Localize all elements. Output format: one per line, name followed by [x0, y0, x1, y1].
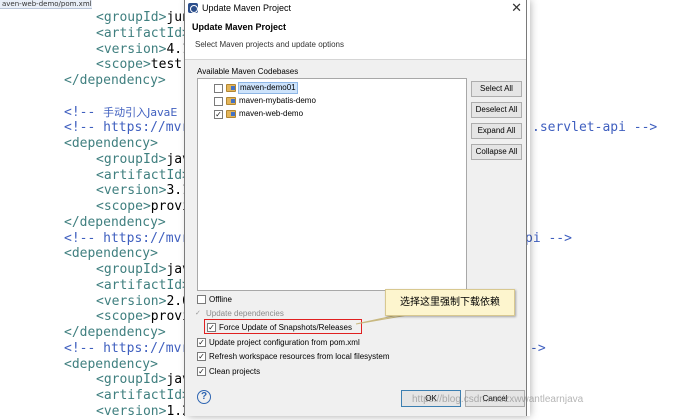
code-token: <groupId>: [96, 372, 167, 388]
deselect-all-button[interactable]: Deselect All: [471, 102, 522, 118]
code-token: <groupId>: [96, 262, 167, 277]
project-checkbox[interactable]: ✓: [214, 110, 223, 119]
code-line: <artifactId>: [96, 168, 190, 184]
collapse-all-button[interactable]: Collapse All: [471, 144, 522, 160]
code-line: <groupId>jun: [96, 10, 190, 26]
code-line: </dependency>: [64, 73, 166, 89]
code-line: <!-- https://mvr: [64, 120, 189, 136]
maven-project-icon: [226, 97, 236, 105]
code-token: <version>: [96, 183, 167, 199]
tree-item-maven-web-demo[interactable]: ✓ maven-web-demo: [198, 108, 466, 120]
tree-item-maven-mybatis-demo[interactable]: maven-mybatis-demo: [198, 95, 466, 107]
code-line: <groupId>jav: [96, 262, 190, 278]
code-line: <version>3.1: [96, 183, 190, 199]
code-token: <!-- https://mvr: [64, 340, 190, 356]
code-token: <dependency>: [64, 246, 158, 262]
code-token: <artifactId>: [96, 25, 190, 41]
annotation-callout: 选择这里强制下载依赖: [385, 289, 515, 316]
dialog-header: Update Maven Project Select Maven projec…: [185, 16, 526, 60]
project-checkbox[interactable]: [214, 84, 223, 93]
update-config-label: Update project configuration from pom.xm…: [209, 338, 360, 347]
code-token: <groupId>: [96, 151, 167, 167]
code-token: <groupId>: [96, 10, 167, 25]
code-line: </dependency>: [64, 325, 166, 341]
code-token: test: [150, 57, 183, 73]
code-line: <dependency>: [64, 246, 158, 262]
header-title: Update Maven Project: [192, 22, 287, 32]
code-token: <artifactId>: [96, 167, 190, 183]
code-line-fragment: ->: [530, 340, 546, 356]
code-line: <!-- https://mvr: [64, 231, 189, 247]
tree-item-label: maven-web-demo: [239, 109, 304, 118]
refresh-workspace-label: Refresh workspace resources from local f…: [209, 352, 390, 361]
code-line: <dependency>: [64, 136, 158, 152]
code-line: <artifactId>: [96, 388, 190, 404]
offline-label: Offline: [209, 295, 232, 304]
code-line: <artifactId>: [96, 26, 190, 42]
watermark: https://blog.csdn.net/zxwwantlearnjava: [412, 394, 584, 405]
dialog-titlebar[interactable]: Update Maven Project ✕: [185, 0, 526, 16]
code-token: <version>: [96, 41, 167, 57]
annotation-highlight-box: [204, 319, 362, 334]
code-line: <scope>test: [96, 57, 182, 73]
code-token: </dependency>: [64, 325, 166, 340]
code-token: <dependency>: [64, 136, 158, 151]
code-line: <version>4.1: [96, 42, 190, 58]
code-line: <version>2.0: [96, 294, 190, 310]
code-line: </dependency>: [64, 215, 166, 231]
code-token: <version>: [96, 293, 167, 309]
expand-all-button[interactable]: Expand All: [471, 123, 522, 139]
code-line: <dependency>: [64, 357, 158, 373]
code-line: <groupId>jav: [96, 152, 190, 168]
tree-item-label: maven-demo01: [238, 82, 298, 94]
code-token: </dependency>: [64, 73, 166, 88]
code-token: 手动引入JavaE: [103, 105, 178, 119]
code-token: <!--: [64, 104, 104, 120]
close-icon[interactable]: ✕: [511, 0, 522, 16]
check-mark-icon: ✓: [195, 310, 201, 317]
code-token: <scope>: [96, 309, 151, 325]
help-icon[interactable]: ?: [197, 390, 211, 404]
codebases-label: Available Maven Codebases: [197, 67, 299, 76]
maven-project-icon: [226, 110, 236, 118]
code-line: <!-- https://mvr: [64, 341, 189, 357]
editor-tab-title: aven-web-demo/pom.xml: [2, 0, 92, 8]
header-description: Select Maven projects and update options: [195, 40, 344, 49]
code-line: <scope>provi: [96, 199, 190, 215]
update-maven-project-dialog: Update Maven Project ✕ Update Maven Proj…: [184, 0, 527, 416]
code-token: <dependency>: [64, 356, 158, 372]
select-all-button[interactable]: Select All: [471, 81, 522, 97]
code-line: <scope>provi: [96, 309, 190, 325]
editor-tab[interactable]: aven-web-demo/pom.xml ×: [0, 0, 92, 9]
update-config-checkbox[interactable]: ✓: [197, 338, 206, 347]
maven-project-icon: [226, 84, 236, 92]
code-token: <scope>: [96, 199, 151, 214]
clean-projects-checkbox[interactable]: ✓: [197, 367, 206, 376]
project-tree[interactable]: maven-demo01 maven-mybatis-demo ✓ maven-…: [197, 78, 467, 291]
clean-projects-label: Clean projects: [209, 367, 261, 376]
code-line-fragment: pi -->: [525, 230, 572, 246]
code-line: <artifactId>: [96, 278, 190, 294]
code-token: <!-- https://mvr: [64, 120, 190, 136]
window-title: Update Maven Project: [202, 3, 292, 13]
code-token: <version>: [96, 403, 167, 419]
tree-item-maven-demo01[interactable]: maven-demo01: [198, 82, 466, 94]
code-line: <version>1.2: [96, 404, 190, 420]
update-dependencies-label: Update dependencies: [206, 309, 284, 318]
offline-checkbox[interactable]: [197, 295, 206, 304]
eclipse-app-icon: [188, 3, 198, 13]
code-line-fragment: .servlet-api -->: [532, 120, 658, 136]
code-line: <!-- 手动引入JavaE: [64, 105, 177, 121]
tree-item-label: maven-mybatis-demo: [239, 96, 316, 105]
code-token: <artifactId>: [96, 277, 190, 293]
refresh-workspace-checkbox[interactable]: ✓: [197, 352, 206, 361]
code-token: <artifactId>: [96, 388, 190, 403]
code-token: <scope>: [96, 57, 151, 73]
code-token: <!-- https://mvr: [64, 230, 190, 246]
project-checkbox[interactable]: [214, 97, 223, 106]
code-line: <groupId>jav: [96, 372, 190, 388]
code-token: </dependency>: [64, 214, 166, 230]
